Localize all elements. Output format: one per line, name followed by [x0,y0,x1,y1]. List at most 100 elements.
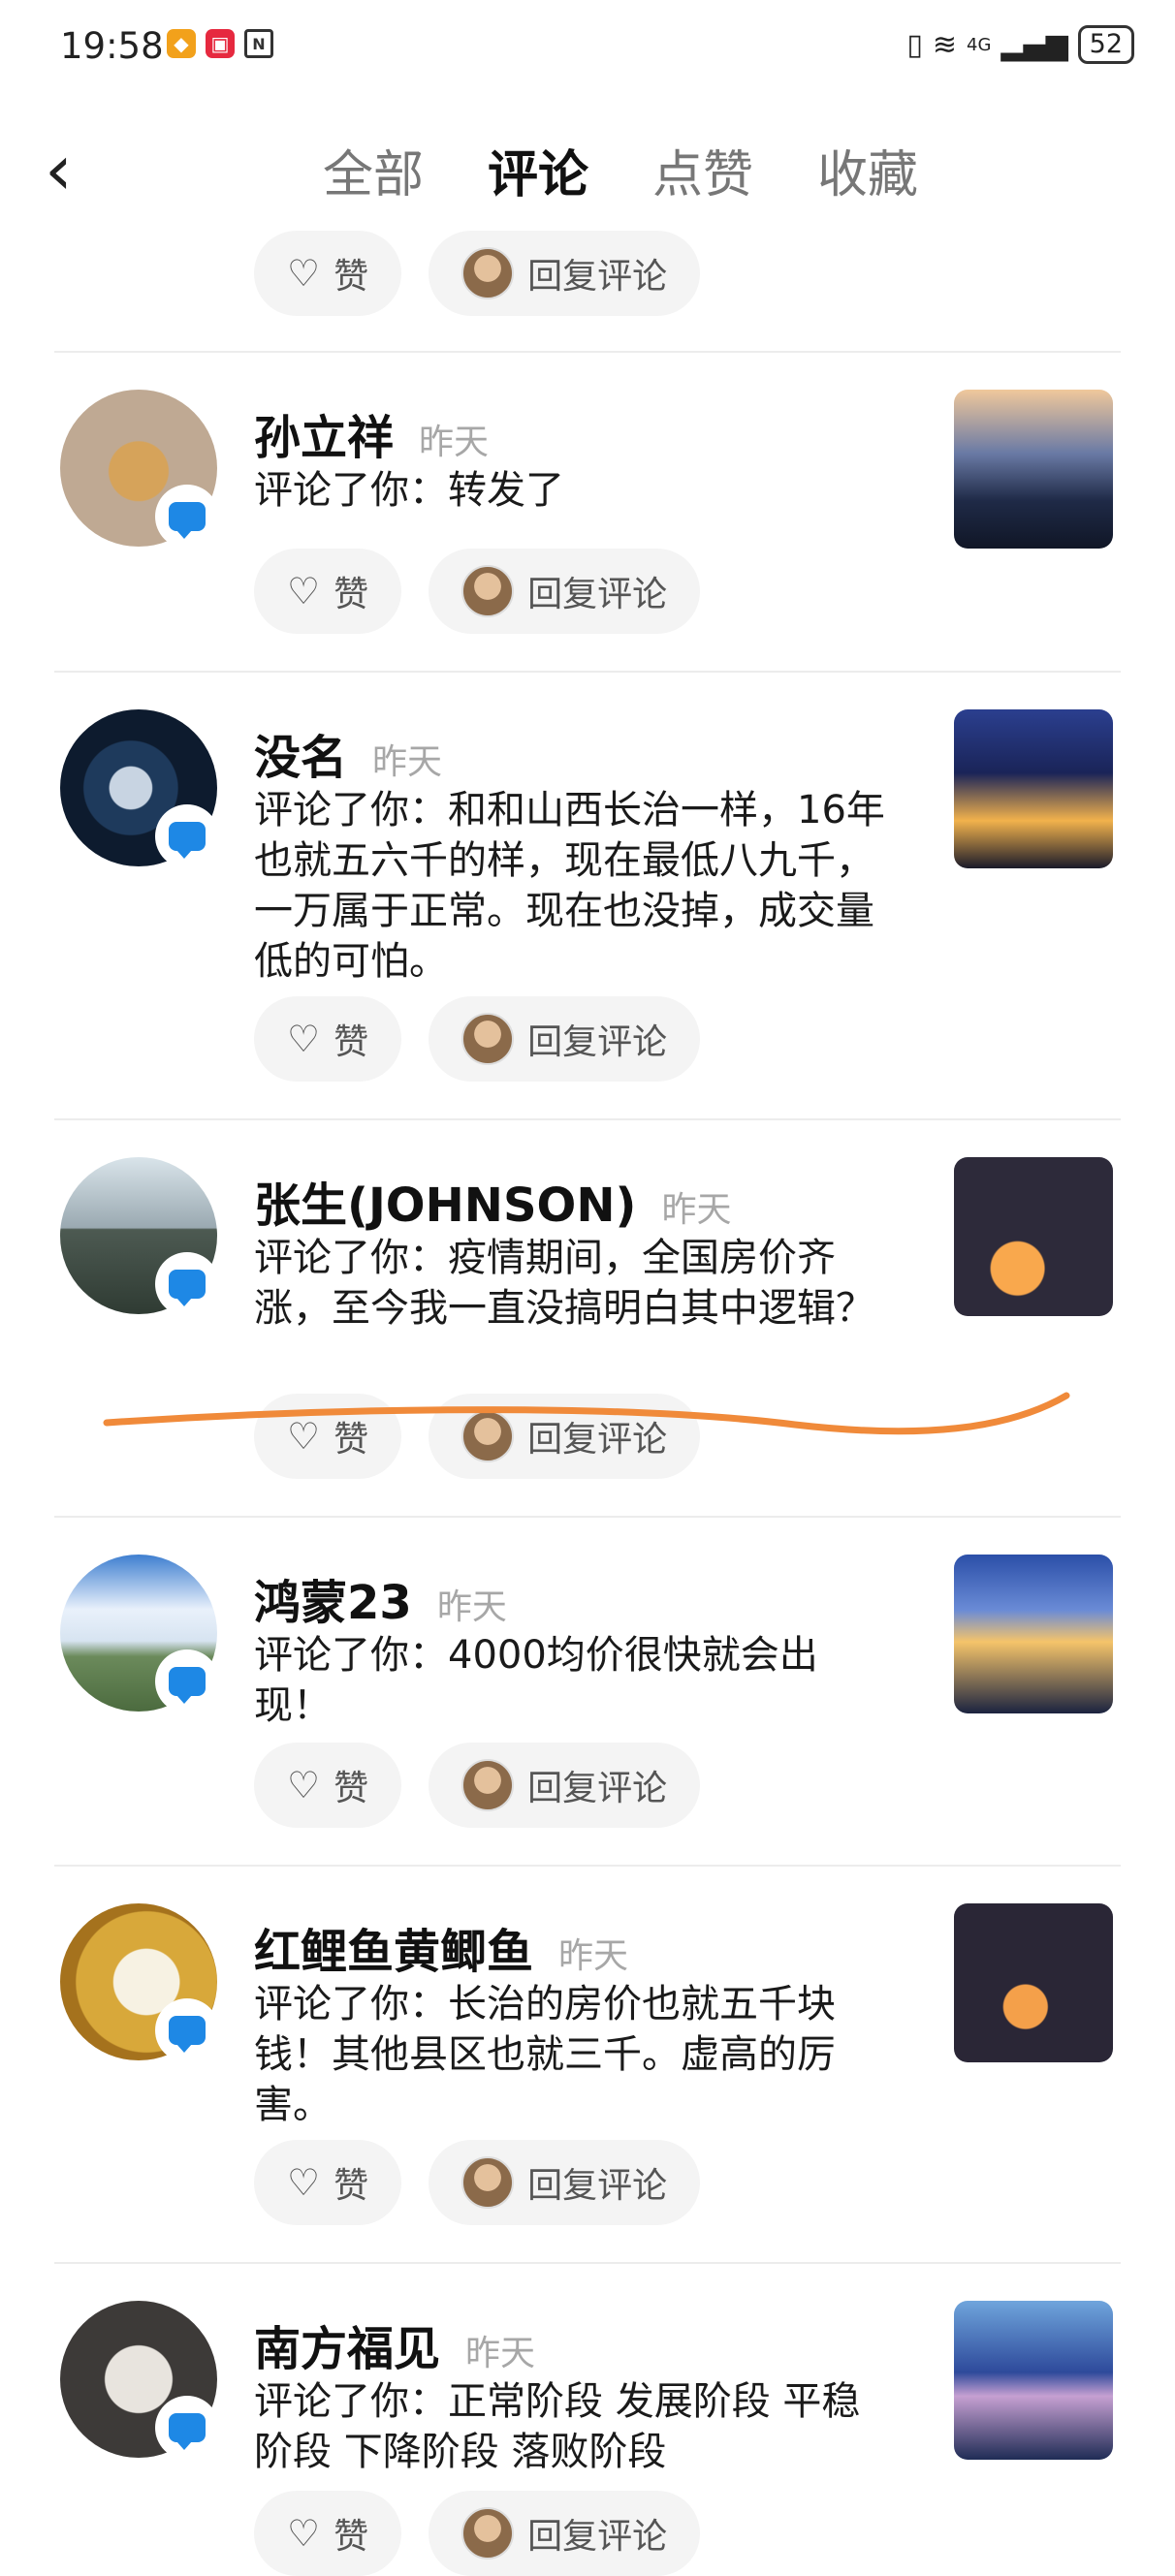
action-row: ♡ 赞 回复评论 [254,549,701,634]
header: ‹ 全部 评论 点赞 收藏 [0,97,1175,233]
comment-badge-icon [155,1998,219,2062]
reply-label: 回复评论 [527,2166,668,2206]
post-thumbnail[interactable] [954,1157,1113,1316]
tab-comments[interactable]: 评论 [456,134,620,206]
reply-label: 回复评论 [527,1022,668,1062]
status-notification-icons: ◆ ▣ N [167,29,273,58]
tab-all[interactable]: 全部 [291,134,456,206]
reply-button[interactable]: 回复评论 [429,1743,701,1828]
comment-badge-icon [155,485,219,549]
commenter-name[interactable]: 红鲤鱼黄鲫鱼 [254,1913,533,1981]
battery-indicator: 52 [1077,25,1134,64]
comment-badge-icon [155,804,219,868]
vibrate-icon: ▯ [906,27,923,62]
like-button[interactable]: ♡ 赞 [254,1394,402,1479]
nfc-icon: N [244,29,273,58]
my-avatar [461,565,515,617]
reply-button[interactable]: 回复评论 [429,2140,701,2225]
comment-text[interactable]: 评论了你：和和山西长治一样，16年也就五六千的样，现在最低八九千，一万属于正常。… [254,785,894,987]
my-avatar [461,1759,515,1811]
comment-time: 昨天 [661,1190,732,1230]
reply-button[interactable]: 回复评论 [429,2491,701,2576]
action-row: ♡ 赞 回复评论 [254,2140,701,2225]
app-notification-icon: ◆ [167,29,196,58]
like-label: 赞 [333,1420,369,1460]
comment-badge-icon [155,1649,219,1713]
comment-text[interactable]: 评论了你：4000均价很快就会出现！ [254,1630,894,1731]
heart-icon: ♡ [287,1764,321,1806]
comment-text[interactable]: 评论了你：正常阶段 发展阶段 平稳阶段 下降阶段 落败阶段 [254,2376,894,2477]
action-row: ♡ 赞 回复评论 [254,231,701,316]
wifi-icon: ≋ [932,27,958,62]
comment-text[interactable]: 评论了你：转发了 [254,465,894,516]
my-avatar [461,1410,515,1462]
like-button[interactable]: ♡ 赞 [254,1743,402,1828]
action-row: ♡ 赞 回复评论 [254,1394,701,1479]
my-avatar [461,2507,515,2560]
divider [54,1865,1121,1867]
reply-label: 回复评论 [527,1420,668,1460]
reply-button[interactable]: 回复评论 [429,549,701,634]
action-row: ♡ 赞 回复评论 [254,996,701,1082]
divider [54,2262,1121,2264]
action-row: ♡ 赞 回复评论 [254,1743,701,1828]
action-row: ♡ 赞 回复评论 [254,2491,701,2576]
heart-icon: ♡ [287,252,321,295]
signal-text: 4G [967,34,992,55]
reply-label: 回复评论 [527,257,668,297]
divider [54,351,1121,353]
heart-icon: ♡ [287,570,321,613]
post-thumbnail[interactable] [954,2301,1113,2460]
post-thumbnail[interactable] [954,709,1113,868]
divider [54,1118,1121,1120]
like-button[interactable]: ♡ 赞 [254,231,402,316]
like-label: 赞 [333,1022,369,1062]
signal-icon: ▂▄▆ [1000,27,1068,62]
my-avatar [461,2156,515,2209]
back-icon[interactable]: ‹ [45,135,103,204]
like-label: 赞 [333,2166,369,2206]
tab-favorites[interactable]: 收藏 [785,134,950,206]
reply-label: 回复评论 [527,2517,668,2557]
reply-label: 回复评论 [527,575,668,614]
commenter-name[interactable]: 没名 [254,719,347,787]
like-button[interactable]: ♡ 赞 [254,2491,402,2576]
my-avatar [461,247,515,299]
like-button[interactable]: ♡ 赞 [254,549,402,634]
commenter-name[interactable]: 南方福见 [254,2310,440,2378]
post-thumbnail[interactable] [954,1555,1113,1713]
post-thumbnail[interactable] [954,1903,1113,2062]
heart-icon: ♡ [287,1415,321,1458]
comment-time: 昨天 [419,423,490,462]
comment-text[interactable]: 评论了你：疫情期间，全国房价齐涨，至今我一直没搞明白其中逻辑？ [254,1233,894,1334]
my-avatar [461,1013,515,1065]
commenter-name[interactable]: 孙立祥 [254,399,394,467]
like-label: 赞 [333,575,369,614]
commenter-name[interactable]: 鸿蒙23 [254,1564,412,1632]
heart-icon: ♡ [287,2512,321,2555]
tab-likes[interactable]: 点赞 [620,134,785,206]
like-label: 赞 [333,257,369,297]
commenter-name[interactable]: 张生(JOHNSON) [254,1167,636,1235]
status-bar: 19:58 ◆ ▣ N ▯ ≋ 4G ▂▄▆ 52 [0,0,1175,97]
status-time: 19:58 [60,25,164,67]
comment-time: 昨天 [372,742,443,782]
status-right-icons: ▯ ≋ 4G ▂▄▆ 52 [906,25,1134,64]
heart-icon: ♡ [287,2161,321,2204]
tab-bar: 全部 评论 点赞 收藏 [291,134,950,206]
comment-text[interactable]: 评论了你：长治的房价也就五千块钱！其他县区也就三千。虚高的厉害。 [254,1979,894,2130]
comment-time: 昨天 [558,1936,629,1976]
like-button[interactable]: ♡ 赞 [254,2140,402,2225]
heart-icon: ♡ [287,1018,321,1060]
reply-label: 回复评论 [527,1769,668,1808]
post-thumbnail[interactable] [954,390,1113,549]
like-label: 赞 [333,2517,369,2557]
comment-badge-icon [155,2396,219,2460]
like-button[interactable]: ♡ 赞 [254,996,402,1082]
divider [54,671,1121,673]
reply-button[interactable]: 回复评论 [429,1394,701,1479]
reply-button[interactable]: 回复评论 [429,996,701,1082]
reply-button[interactable]: 回复评论 [429,231,701,316]
divider [54,1516,1121,1518]
app-notification-icon: ▣ [206,29,235,58]
